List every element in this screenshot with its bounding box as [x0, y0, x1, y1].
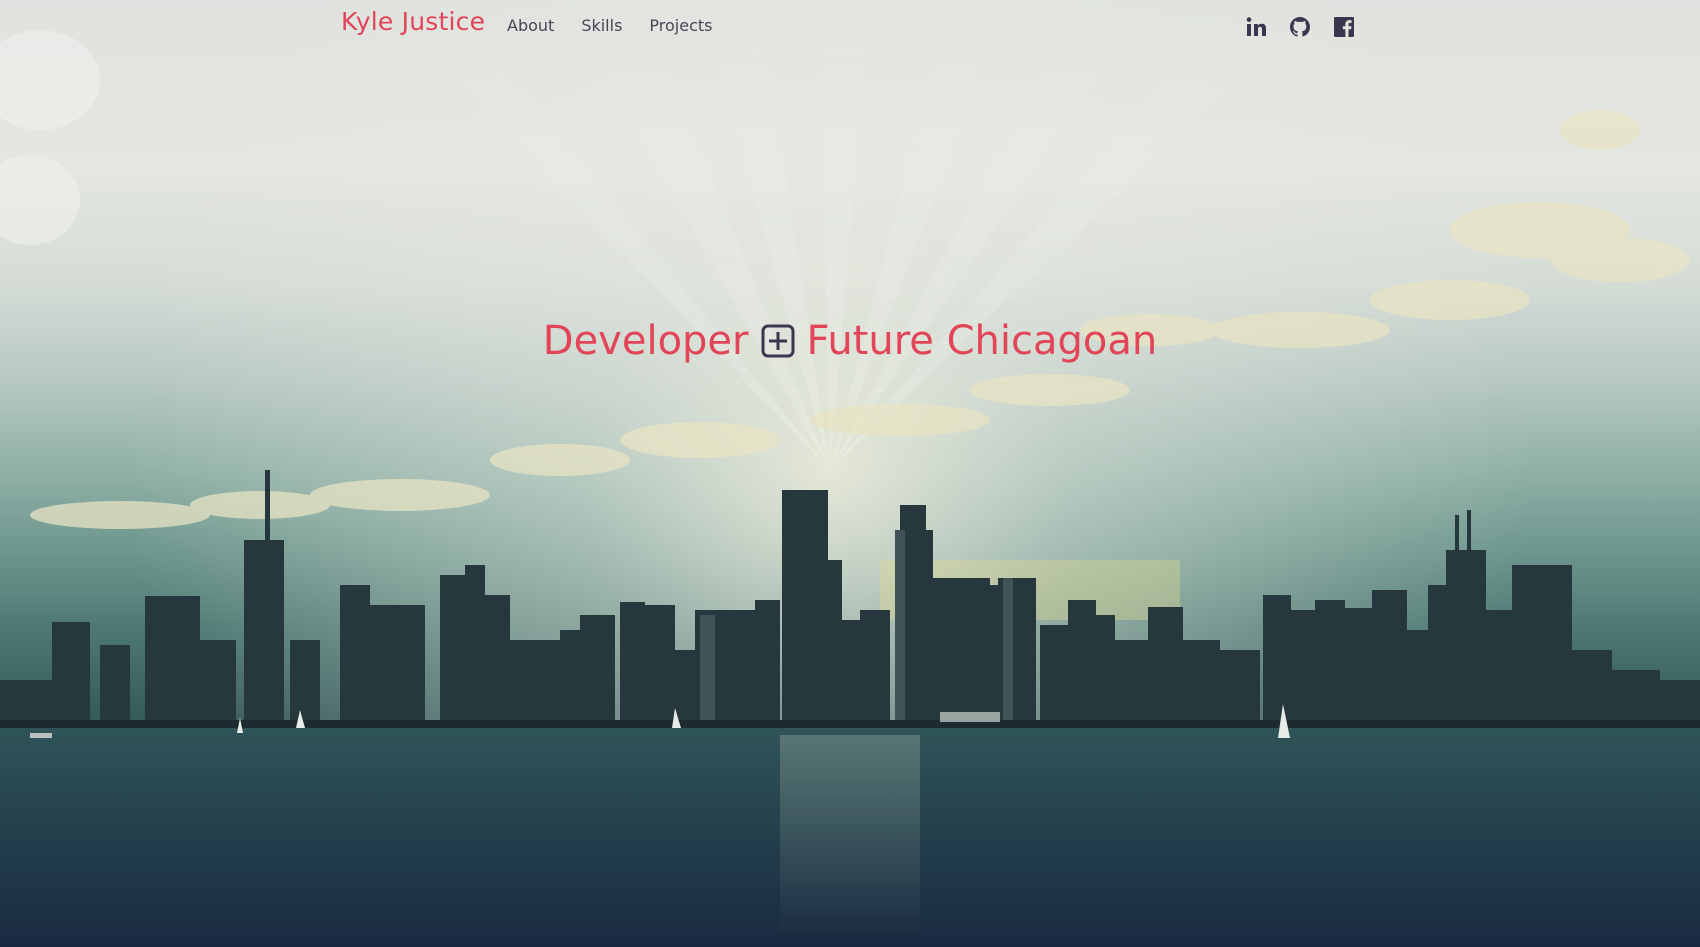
github-icon: [1290, 17, 1310, 37]
social-links: [1244, 15, 1356, 39]
hero-section: Kyle Justice About Skills Projects Devel…: [0, 0, 1700, 947]
tagline-right: Future Chicagoan: [806, 318, 1158, 364]
facebook-link[interactable]: [1332, 15, 1356, 39]
github-link[interactable]: [1288, 15, 1312, 39]
nav-link-about[interactable]: About: [507, 16, 554, 35]
linkedin-link[interactable]: [1244, 15, 1268, 39]
linkedin-icon: [1246, 17, 1266, 36]
top-navbar: Kyle Justice About Skills Projects: [0, 0, 1700, 54]
nav-link-skills[interactable]: Skills: [581, 16, 622, 35]
nav-link-projects[interactable]: Projects: [649, 16, 712, 35]
squared-plus-icon: [761, 324, 794, 358]
brand-logo-link[interactable]: Kyle Justice: [341, 7, 485, 36]
tagline-left: Developer: [542, 318, 749, 364]
chicago-skyline-image: [0, 470, 1700, 947]
nav-links: About Skills Projects: [507, 16, 712, 35]
hero-tagline: Developer Future Chicagoan: [0, 318, 1700, 364]
facebook-icon: [1334, 17, 1354, 37]
